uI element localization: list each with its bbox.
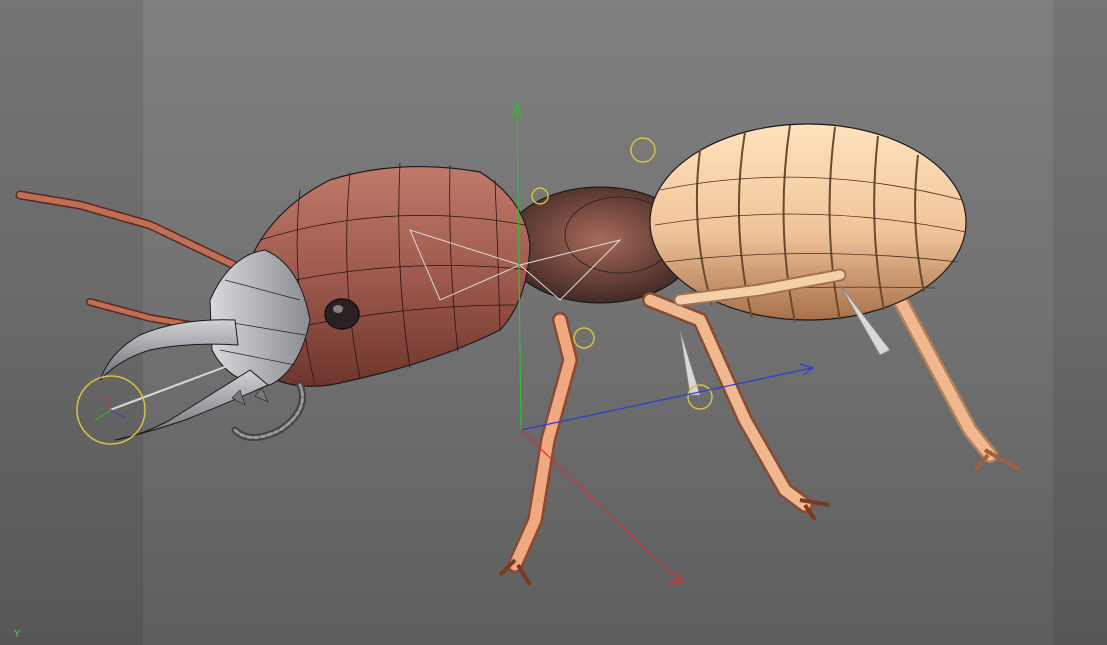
leg-middle[interactable]: [642, 292, 831, 522]
eye: [324, 298, 360, 330]
view-axis-indicator: Y: [14, 629, 21, 640]
antenna[interactable]: [15, 190, 245, 273]
leg-front-controller[interactable]: [573, 327, 595, 349]
scene-canvas[interactable]: [0, 0, 1107, 645]
leg-middle-controller[interactable]: [687, 384, 713, 410]
3d-viewport[interactable]: Y: [0, 0, 1107, 645]
jaw-local-axes: [94, 394, 126, 421]
leg-front[interactable]: [498, 312, 579, 587]
waist-controller[interactable]: [630, 137, 656, 163]
